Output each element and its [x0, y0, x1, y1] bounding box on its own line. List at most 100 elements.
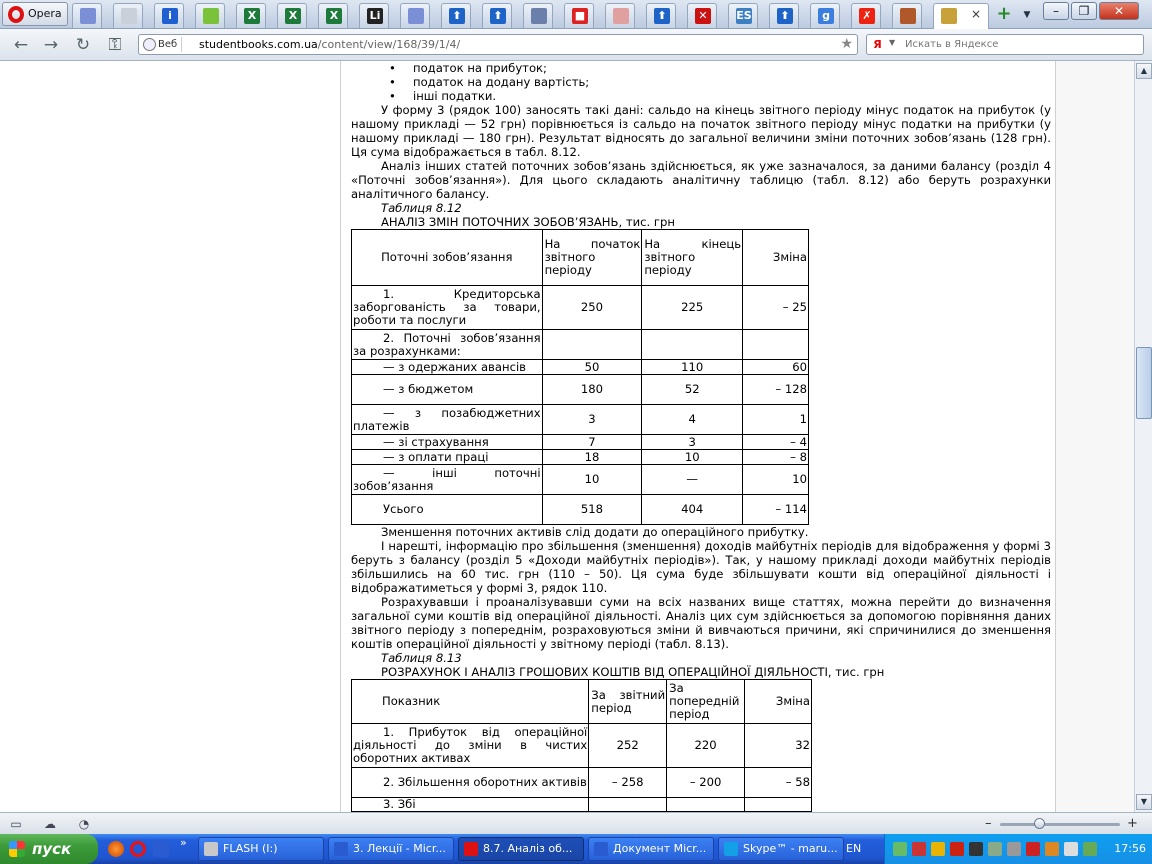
start-button[interactable]: пуск: [0, 834, 98, 864]
red-grid-icon: ✕: [695, 8, 711, 24]
scroll-up-button[interactable]: ▲: [1136, 63, 1152, 79]
tray-icon[interactable]: [969, 842, 983, 856]
excel-icon: X: [285, 8, 301, 24]
table-row: 2. Збільшення оборотних активів – 258– 20…: [350, 767, 812, 798]
browser-tab[interactable]: ⬆: [482, 3, 512, 28]
zoom-in-button[interactable]: +: [1127, 816, 1138, 831]
opera-menu-button[interactable]: Opera: [2, 2, 68, 26]
browser-tab[interactable]: X: [277, 3, 307, 28]
browser-tab[interactable]: i: [154, 3, 184, 28]
chevron-down-icon[interactable]: ▼: [889, 38, 895, 47]
panel-toggle-icon[interactable]: ▭: [8, 816, 24, 832]
table-cell: 3. Збі: [350, 797, 590, 812]
tray-icon[interactable]: [893, 842, 907, 856]
browser-tab[interactable]: ■: [564, 3, 594, 28]
bookmark-star-icon[interactable]: ★: [840, 36, 853, 52]
globe-icon: [143, 38, 156, 51]
browser-tab[interactable]: [400, 3, 430, 28]
web-badge[interactable]: Веб: [142, 37, 183, 52]
more-quicklaunch-icon[interactable]: »: [180, 836, 187, 849]
browser-tab[interactable]: X: [236, 3, 266, 28]
browser-tab[interactable]: ✗: [851, 3, 881, 28]
taskbar-button[interactable]: FLASH (I:): [198, 837, 324, 861]
taskbar-button[interactable]: Документ Micr...: [588, 837, 714, 861]
table-row: — з одержаних авансів 50 110 60: [351, 359, 809, 375]
tray-icon[interactable]: [1083, 842, 1097, 856]
chart-icon: [613, 8, 629, 24]
address-bar: ← → ↻ ⚿ Веб studentbooks.com.ua/content/…: [0, 29, 1152, 61]
warning-icon[interactable]: [931, 842, 945, 856]
table-cell: – 258: [588, 767, 668, 798]
browser-tab[interactable]: ✕: [687, 3, 717, 28]
close-window-button[interactable]: ✕: [1099, 2, 1139, 20]
taskbar-button[interactable]: Skype™ - maru...: [718, 837, 844, 861]
new-tab-button[interactable]: +: [992, 4, 1016, 26]
table-header-cell: Зміна: [742, 229, 809, 286]
browser-tab[interactable]: ×: [933, 3, 989, 29]
language-indicator[interactable]: EN: [846, 842, 861, 855]
close-tab-icon[interactable]: ×: [971, 7, 981, 21]
yandex-icon[interactable]: Я: [870, 37, 885, 52]
browser-tab[interactable]: [892, 3, 922, 28]
taskbar-button-label: 3. Лекції - Micr...: [353, 842, 446, 855]
browser-tab[interactable]: [113, 3, 143, 28]
li-icon: Li: [367, 8, 383, 24]
reload-button[interactable]: ↻: [72, 34, 94, 56]
taskbar-button-label: Документ Micr...: [613, 842, 707, 855]
table-cell: 2. Збільшення оборотних активів: [350, 767, 590, 798]
table-row: — з позабюджетних платежів 3 4 1: [351, 404, 809, 435]
browser-tab[interactable]: [195, 3, 225, 28]
cloud-icon[interactable]: ☁: [42, 816, 58, 832]
scroll-thumb[interactable]: [1136, 347, 1152, 419]
tray-icon[interactable]: [988, 842, 1002, 856]
browser-tab[interactable]: Li: [359, 3, 389, 28]
browser-tab[interactable]: [72, 3, 102, 28]
opera-icon[interactable]: [130, 841, 146, 857]
browser-tab[interactable]: [605, 3, 635, 28]
antivirus-icon[interactable]: [1026, 842, 1040, 856]
table-row: — з оплати праці 18 10– 8: [351, 449, 809, 465]
tray-icon[interactable]: [1045, 842, 1059, 856]
volume-icon[interactable]: [1064, 842, 1078, 856]
url-text[interactable]: studentbooks.com.ua/content/view/168/39/…: [199, 38, 460, 51]
table-row: — з бюджетом 180 52– 128: [351, 374, 809, 405]
browser-tab[interactable]: ⬆: [646, 3, 676, 28]
firefox-icon[interactable]: [108, 841, 124, 857]
vertical-scrollbar[interactable]: ▲ ▼: [1134, 61, 1152, 812]
table-cell: 110: [641, 359, 744, 375]
browser-tab[interactable]: g: [810, 3, 840, 28]
shield-icon[interactable]: [912, 842, 926, 856]
key-icon[interactable]: ⚿: [104, 34, 126, 56]
browser-tab[interactable]: ES: [728, 3, 758, 28]
forward-button[interactable]: →: [40, 34, 62, 56]
tab-menu-icon[interactable]: ▼: [1018, 6, 1036, 24]
browser-tab[interactable]: X: [318, 3, 348, 28]
minimize-button[interactable]: –: [1043, 2, 1069, 20]
search-field[interactable]: Я ▼: [866, 34, 1144, 55]
table-cell: – 58: [744, 767, 812, 798]
network-icon[interactable]: [1007, 842, 1021, 856]
restore-button[interactable]: ❐: [1071, 2, 1097, 20]
table-cell: — з бюджетом: [351, 374, 543, 405]
speed-dial-icon[interactable]: ◔: [76, 816, 92, 832]
taskbar-button[interactable]: 8.7. Аналіз об...: [458, 837, 584, 861]
pdf-icon[interactable]: [950, 842, 964, 856]
browser-tab[interactable]: ⬆: [441, 3, 471, 28]
url-field[interactable]: Веб studentbooks.com.ua/content/view/168…: [138, 34, 858, 55]
zoom-slider[interactable]: [1000, 823, 1120, 826]
google-icon: g: [818, 8, 834, 24]
zoom-slider-handle[interactable]: [1034, 818, 1045, 829]
table-cell: — з оплати праці: [351, 449, 543, 465]
zoom-out-button[interactable]: –: [985, 816, 992, 831]
search-input[interactable]: [905, 36, 1135, 53]
table-row: 1. Кредиторська заборгованість за товари…: [351, 285, 809, 330]
page-icon: [80, 8, 96, 24]
app-icon: [724, 842, 738, 856]
word-icon[interactable]: [153, 841, 169, 857]
back-button[interactable]: ←: [10, 34, 32, 56]
scroll-down-button[interactable]: ▼: [1136, 794, 1152, 810]
taskbar-button[interactable]: 3. Лекції - Micr...: [328, 837, 454, 861]
browser-tab[interactable]: [523, 3, 553, 28]
browser-tab[interactable]: ⬆: [769, 3, 799, 28]
apple-icon: [203, 8, 219, 24]
